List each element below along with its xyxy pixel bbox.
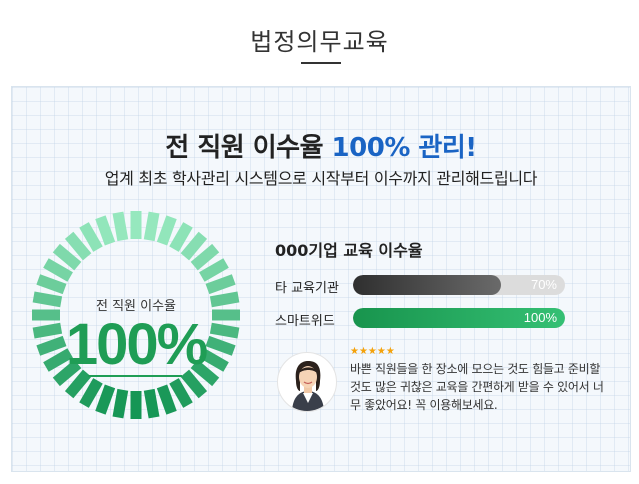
progress-bar-track: 70%: [353, 275, 565, 295]
gauge-tick: [156, 384, 177, 415]
section-title: 법정의무교육: [250, 28, 389, 56]
gauge-tick: [79, 222, 103, 252]
progress-bar-fill: [353, 275, 502, 295]
gauge-underline: [88, 375, 182, 377]
completion-panel: 전 직원 이수율 100% 관리! 업계 최초 학사관리 시스템으로 시작부터 …: [11, 86, 631, 472]
gauge-tick: [95, 215, 116, 246]
gauge-tick: [190, 243, 220, 271]
gauge-tick: [52, 243, 82, 271]
gauge-value: 100%: [65, 312, 208, 377]
comparison-row: 스마트위드 100%: [275, 308, 575, 329]
headline-main: 전 직원 이수율: [165, 133, 332, 163]
comparison-row: 타 교육기관 70%: [275, 275, 575, 296]
headline-accent: 100% 관리!: [331, 133, 478, 163]
progress-bar-track: 100%: [353, 308, 565, 328]
gauge-tick: [95, 384, 116, 415]
customer-review: ★★★★★ 바쁜 직원들을 한 장소에 모으는 것도 힘들고 준비할 것도 많은…: [277, 346, 607, 418]
woman-avatar-icon: [277, 352, 337, 412]
gauge-tick: [143, 388, 160, 419]
gauge-tick: [199, 258, 229, 282]
gauge-tick: [143, 211, 160, 242]
completion-gauge: 전 직원 이수율 100%: [28, 207, 244, 423]
bar-value: 100%: [523, 310, 557, 325]
gauge-tick: [112, 211, 129, 242]
bar-label: 스마트위드: [275, 314, 335, 329]
bar-value: 70%: [530, 277, 557, 292]
gauge-tick: [169, 222, 193, 252]
subline: 업계 최초 학사관리 시스템으로 시작부터 이수까지 관리해드립니다: [104, 169, 538, 188]
title-underline: [301, 62, 341, 64]
review-text: 바쁜 직원들을 한 장소에 모으는 것도 힘들고 준비할 것도 많은 귀찮은 교…: [350, 362, 604, 412]
comparison-title: 000기업 교육 이수율: [275, 241, 423, 260]
bar-label: 타 교육기관: [275, 281, 339, 296]
gauge-tick: [36, 274, 67, 295]
gauge-tick: [112, 388, 129, 419]
gauge-tick: [205, 274, 236, 295]
gauge-tick: [169, 378, 193, 408]
headline: 전 직원 이수율 100% 관리!: [12, 127, 630, 164]
gauge-tick: [43, 258, 73, 282]
rating-stars: ★★★★★: [350, 346, 395, 357]
gauge-tick: [180, 231, 208, 261]
gauge-tick: [79, 378, 103, 408]
gauge-tick: [64, 231, 92, 261]
gauge-tick: [156, 215, 177, 246]
